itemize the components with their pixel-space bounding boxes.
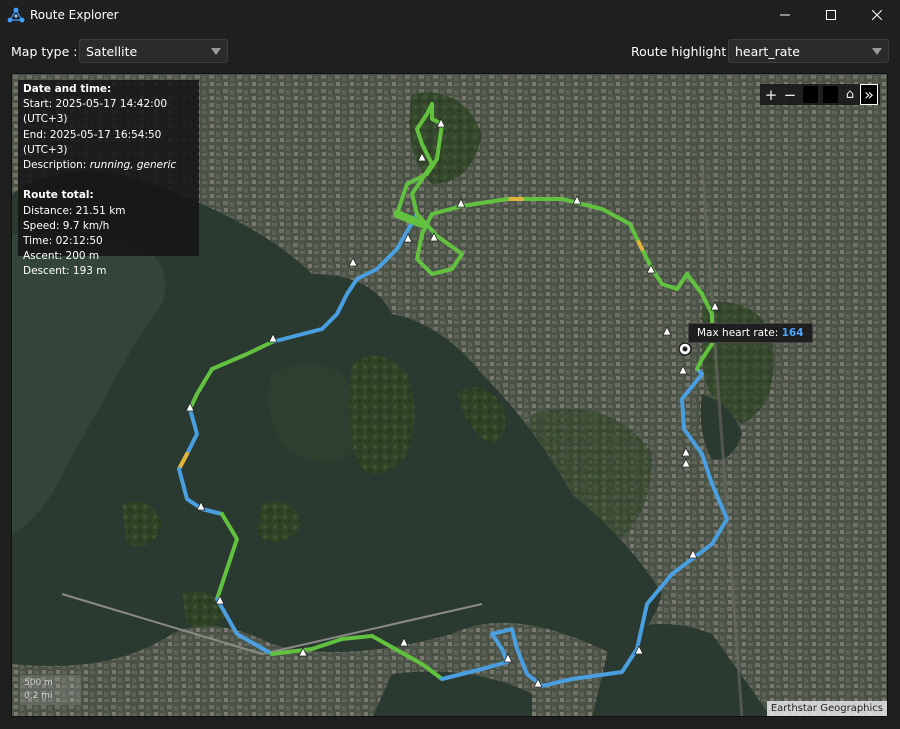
route-total-heading: Route total: [23,189,94,202]
window-title: Route Explorer [30,8,119,22]
zoom-in-button[interactable]: + [762,84,780,105]
home-icon: ⌂ [845,87,855,102]
time-row: Time: 02:12:50 [23,235,103,248]
start-row: Start: 2025-05-17 14:42:00 (UTC+3) [23,98,168,126]
end-row: End: 2025-05-17 16:54:50 (UTC+3) [23,128,162,156]
ascent-row: Ascent: 200 m [23,250,100,263]
close-button[interactable] [854,0,900,30]
route-highlight-value: heart_rate [735,44,800,59]
descent-value: 193 m [72,265,107,278]
collapse-button[interactable]: » [860,84,878,105]
route-info-panel: Date and time: Start: 2025-05-17 14:42:0… [18,80,199,277]
layer-button-2[interactable] [821,84,839,105]
map-type-label: Map type : [11,44,78,59]
map-view[interactable]: Date and time: Start: 2025-05-17 14:42:0… [11,73,888,717]
maximize-icon [826,10,836,20]
max-heart-rate-tooltip: Max heart rate: 164 [688,323,813,343]
minimize-icon [780,14,790,16]
scale-bar: 500 m 0.2 mi [20,675,81,705]
tooltip-value: 164 [781,327,804,339]
chevron-down-icon [872,48,882,55]
square-icon [822,86,838,103]
minus-icon: − [783,85,797,104]
close-icon [872,10,882,20]
distance-value: 21.51 km [75,204,126,217]
descent-row: Descent: 193 m [23,265,107,278]
layer-button-1[interactable] [801,84,819,105]
zoom-out-button[interactable]: − [781,84,799,105]
title-bar: Route Explorer [0,0,900,30]
chevron-down-icon [211,48,221,55]
ascent-value: 200 m [65,250,100,263]
speed-value: 9.7 km/h [62,219,110,232]
minimize-button[interactable] [762,0,808,30]
tooltip-label: Max heart rate: [697,327,779,339]
speed-row: Speed: 9.7 km/h [23,219,110,232]
map-type-select[interactable]: Satellite [79,39,228,63]
plus-icon: + [764,85,778,104]
route-highlight-label: Route highlight : [631,44,735,59]
double-chevron-right-icon: » [864,85,874,104]
map-type-value: Satellite [86,44,138,59]
map-controls: + − ⌂ » [760,84,880,105]
home-button[interactable]: ⌂ [841,84,859,105]
square-icon [802,86,818,103]
description-row: Description: running, generic [23,159,177,172]
scale-metric: 500 m [24,678,53,688]
route-highlight-select[interactable]: heart_rate [728,39,889,63]
distance-row: Distance: 21.51 km [23,204,126,217]
toolbar: Map type : Satellite Route highlight : h… [0,30,900,73]
route-explorer-logo-icon [7,7,25,23]
time-value: 02:12:50 [55,235,103,248]
scale-imperial: 0.2 mi [24,691,53,701]
date-time-heading: Date and time: [23,83,112,95]
description-value: running, generic [89,159,177,172]
maximize-button[interactable] [808,0,854,30]
map-attribution: Earthstar Geographics [766,701,887,716]
